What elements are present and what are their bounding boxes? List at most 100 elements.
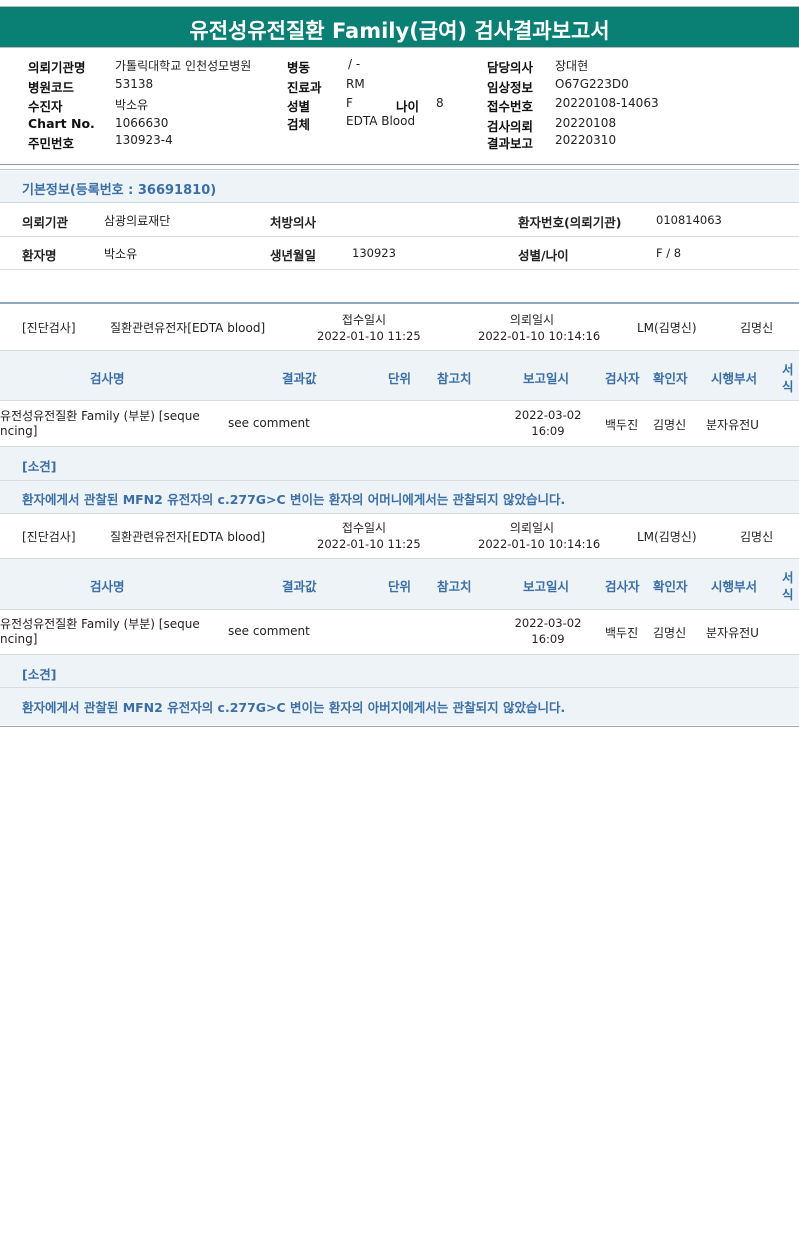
col-department: 시행부서 — [711, 579, 758, 594]
opinion-block: [소견] 환자에게서 관찰된 MFN2 유전자의 c.277G>C 변이는 환자… — [0, 655, 799, 725]
row-report-date: 2022-03-02 — [514, 616, 582, 630]
divider — [0, 236, 799, 237]
value-birth: 130923 — [352, 246, 396, 260]
value-sex-age: F / 8 — [656, 246, 682, 260]
label-clinical-info: 임상정보 — [487, 80, 534, 95]
value-receipt-time: 2022-01-10 11:25 — [317, 537, 421, 551]
label-req-institution: 의뢰기관명 — [28, 60, 86, 75]
label-sex-age: 성별/나이 — [518, 248, 569, 263]
value-ward: / - — [348, 57, 361, 71]
col-confirmer: 확인자 — [653, 579, 688, 594]
divider — [0, 513, 799, 514]
row-department: 분자유전U — [706, 418, 759, 432]
label-ward: 병동 — [287, 60, 311, 75]
col-unit: 단위 — [388, 579, 412, 594]
row-test-name-line1: 유전성유전질환 Family (부분) [seque — [0, 409, 200, 423]
value-signer: 김명신 — [740, 321, 774, 335]
value-result-report: 20220310 — [555, 133, 617, 147]
value-receipt-no: 20220108-14063 — [555, 96, 659, 110]
value-lm: LM(김명신) — [637, 530, 697, 544]
divider — [0, 169, 799, 170]
opinion-block: [소견] 환자에게서 관찰된 MFN2 유전자의 c.277G>C 변이는 환자… — [0, 447, 799, 513]
value-test-request: 20220108 — [555, 116, 617, 130]
col-reference: 참고치 — [437, 579, 472, 594]
label-doctor: 담당의사 — [487, 60, 534, 75]
value-req-institution: 가톨릭대학교 인천성모병원 — [115, 59, 252, 73]
table-header: 검사명 결과값 단위 참고치 보고일시 검사자 확인자 시행부서 서 식 — [0, 351, 799, 400]
col-report-time: 보고일시 — [523, 579, 570, 594]
value-age: 8 — [436, 96, 444, 110]
label-request-time: 의뢰일시 — [509, 521, 555, 535]
section-category: [진단검사] — [22, 321, 76, 335]
basic-info-header: 기본정보(등록번호 : 36691810) — [0, 171, 799, 203]
value-resident-no: 130923-4 — [115, 133, 173, 147]
value-doctor: 장대현 — [555, 59, 589, 73]
label-resident-no: 주민번호 — [28, 136, 75, 151]
row-confirmer: 김명신 — [653, 418, 687, 432]
col-reference: 참고치 — [437, 371, 472, 386]
label-receipt-time: 접수일시 — [341, 313, 387, 327]
row-report-time: 16:09 — [531, 424, 565, 438]
row-test-name-line2: ncing] — [0, 424, 38, 438]
label-sex: 성별 — [287, 99, 311, 114]
label-receipt-time: 접수일시 — [341, 521, 387, 535]
label-hospital-code: 병원코드 — [28, 80, 75, 95]
opinion-label: [소견] — [22, 667, 57, 682]
value-lm: LM(김명신) — [637, 321, 697, 335]
label-request-time: 의뢰일시 — [509, 313, 555, 327]
table-header: 검사명 결과값 단위 참고치 보고일시 검사자 확인자 시행부서 서 식 — [0, 559, 799, 609]
section-test-group: 질환관련유전자[EDTA blood] — [110, 321, 266, 335]
label-patient-no: 환자번호(의뢰기관) — [518, 215, 622, 230]
col-result: 결과값 — [282, 371, 317, 386]
row-test-name-line2: ncing] — [0, 632, 38, 646]
value-clinical-info: O67G223D0 — [555, 77, 629, 91]
row-department: 분자유전U — [706, 626, 759, 640]
col-unit: 단위 — [388, 371, 412, 386]
col-confirmer: 확인자 — [653, 371, 688, 386]
row-report-time: 16:09 — [531, 632, 565, 646]
report-title: 유전성유전질환 Family(급여) 검사결과보고서 — [189, 19, 610, 43]
report-title-bar: 유전성유전질환 Family(급여) 검사결과보고서 — [0, 6, 799, 48]
label-patient-name: 환자명 — [22, 248, 57, 263]
value-req-org: 삼광의료재단 — [104, 214, 171, 228]
value-patient: 박소유 — [115, 98, 149, 112]
value-chart-no: 1066630 — [115, 116, 169, 130]
opinion-text: 환자에게서 관찰된 MFN2 유전자의 c.277G>C 변이는 환자의 어머니… — [22, 492, 566, 507]
label-age: 나이 — [396, 99, 420, 114]
label-department: 진료과 — [287, 80, 322, 95]
col-form-2: 식 — [782, 379, 794, 394]
col-test-name: 검사명 — [90, 371, 125, 386]
divider — [0, 269, 799, 270]
row-result: see comment — [228, 416, 310, 430]
label-prescriber: 처방의사 — [270, 215, 317, 230]
value-request-time: 2022-01-10 10:14:16 — [478, 329, 601, 343]
label-result-report: 결과보고 — [487, 136, 534, 151]
value-request-time: 2022-01-10 10:14:16 — [478, 537, 601, 551]
col-tester: 검사자 — [605, 371, 640, 386]
col-report-time: 보고일시 — [523, 371, 570, 386]
section-category: [진단검사] — [22, 530, 76, 544]
row-tester: 백두진 — [605, 626, 639, 640]
divider — [0, 480, 799, 481]
value-patient-no: 010814063 — [656, 213, 722, 227]
value-signer: 김명신 — [740, 530, 774, 544]
divider — [0, 609, 799, 610]
value-sex: F — [346, 96, 353, 110]
label-patient: 수진자 — [28, 99, 63, 114]
col-form-2: 식 — [782, 587, 794, 602]
row-report-date: 2022-03-02 — [514, 408, 582, 422]
row-confirmer: 김명신 — [653, 626, 687, 640]
row-result: see comment — [228, 624, 310, 638]
value-specimen: EDTA Blood — [346, 114, 416, 128]
col-result: 결과값 — [282, 579, 317, 594]
value-hospital-code: 53138 — [115, 77, 154, 91]
col-department: 시행부서 — [711, 371, 758, 386]
divider — [0, 164, 799, 165]
value-patient-name: 박소유 — [104, 247, 138, 261]
label-specimen: 검체 — [287, 117, 311, 132]
label-req-org: 의뢰기관 — [22, 215, 69, 230]
opinion-label: [소견] — [22, 459, 57, 474]
label-receipt-no: 접수번호 — [487, 99, 534, 114]
divider — [0, 726, 799, 727]
label-chart-no: Chart No. — [28, 116, 95, 131]
